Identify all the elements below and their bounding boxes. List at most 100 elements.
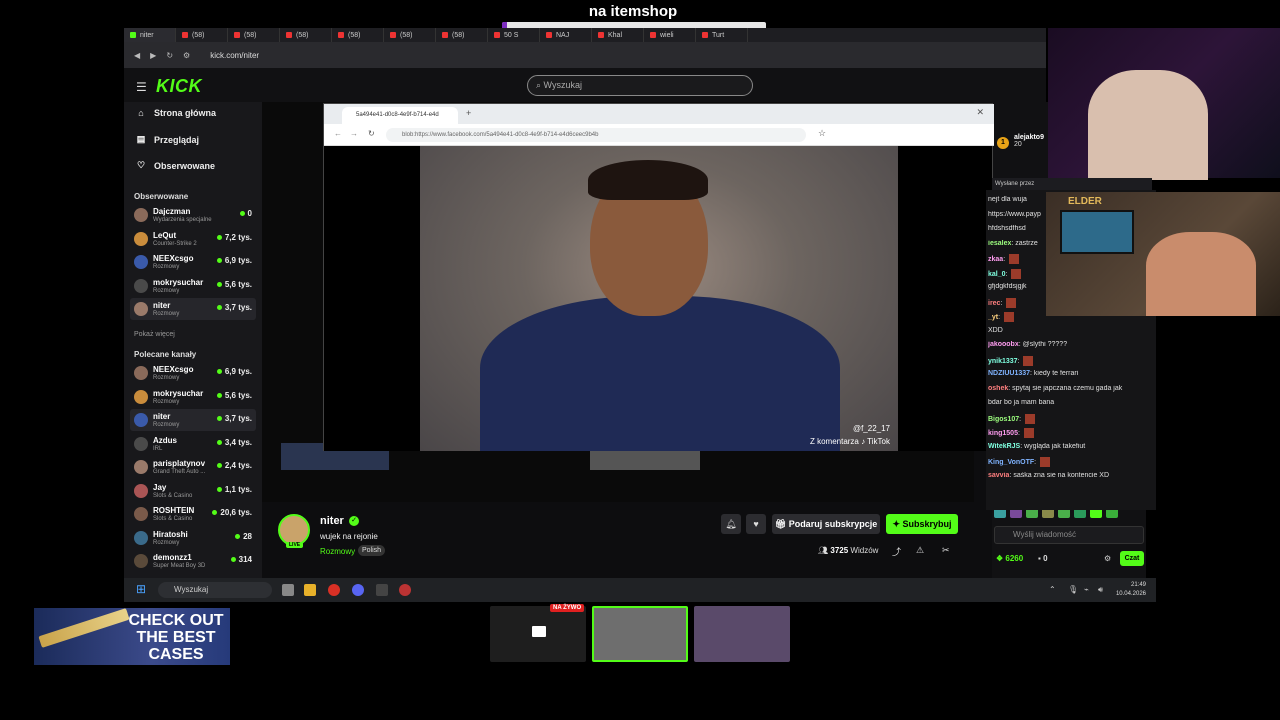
chat-settings-icon[interactable]: ⚙	[1104, 554, 1111, 563]
popup-tab[interactable]: 5a494e41-d0c8-4e9f-b714-e4d	[342, 107, 458, 124]
popup-url-text[interactable]: blob:https://www.facebook.com/5a494e41-d…	[386, 128, 806, 142]
browser-tab[interactable]: 50 S	[488, 28, 540, 42]
new-tab-icon[interactable]: +	[466, 108, 471, 118]
live-badge-bottom: NA ŻYWO	[550, 604, 585, 612]
sidebar-nav-item[interactable]: ⌂ Strona główna	[136, 108, 216, 118]
sidebar-channel[interactable]: Dajczman Wydarzenia specjalne 0	[130, 204, 256, 226]
chat-username[interactable]: iesalex	[988, 240, 1011, 247]
chat-username[interactable]: King_VonOTF	[988, 459, 1034, 466]
channel-category: Slots & Casino	[153, 492, 193, 499]
channel-name[interactable]: niter	[320, 515, 344, 527]
tray-chevron-icon[interactable]: ⌃	[1049, 585, 1056, 594]
sidebar-channel[interactable]: mokrysuchar Rozmowy 5,6 tys.	[130, 386, 256, 408]
browser-tab[interactable]: (58)	[436, 28, 488, 42]
subscribe-button[interactable]: ✦ Subskrybuj	[886, 514, 958, 534]
browser-tab[interactable]: wieli	[644, 28, 696, 42]
file-explorer-icon[interactable]	[304, 584, 316, 596]
browser-tab[interactable]: (58)	[176, 28, 228, 42]
bookmark-star-icon[interactable]: ☆	[818, 128, 826, 139]
stream-category[interactable]: Rozmowy	[320, 547, 355, 556]
notification-bell-button[interactable]: 🔔︎	[721, 514, 741, 534]
menu-icon[interactable]: ☰	[136, 80, 147, 94]
network-icon[interactable]: ⌁	[1084, 585, 1089, 594]
chat-username[interactable]: king1505	[988, 430, 1018, 437]
secondary-points[interactable]: ▪ 0	[1038, 554, 1048, 563]
clip-icon[interactable]: ✂	[942, 545, 950, 556]
back-icon[interactable]: ◀	[134, 51, 140, 60]
channel-category: Rozmowy	[153, 264, 180, 270]
follow-button[interactable]: ♥	[746, 514, 766, 534]
taskbar-search[interactable]: Wyszukaj	[158, 582, 272, 598]
gift-subscription-button[interactable]: 🎁︎ Podaruj subskrypcje	[772, 514, 880, 534]
channel-viewers-value: 3,7 tys.	[224, 414, 252, 423]
site-settings-icon[interactable]: ⚙	[183, 51, 190, 60]
obs-icon[interactable]	[399, 584, 411, 596]
chat-username[interactable]: savvia	[988, 472, 1009, 479]
url-text[interactable]: kick.com/niter	[210, 51, 259, 60]
channel-category: Wydarzenia specjalne	[153, 217, 212, 223]
stream-language-tag[interactable]: Polish	[358, 545, 386, 556]
share-icon[interactable]: ⤴	[892, 545, 901, 558]
chat-username[interactable]: kal_0	[988, 270, 1006, 277]
reload-icon[interactable]: ↻	[368, 129, 375, 138]
sidebar-nav-item[interactable]: ♡ Obserwowane	[136, 160, 215, 171]
chat-username[interactable]: WitekRJS	[988, 443, 1020, 450]
chat-username[interactable]: oshek	[988, 385, 1008, 392]
top-donator-badge: 1	[997, 137, 1009, 149]
sidebar-channel[interactable]: LeQut Counter-Strike 2 7,2 tys.	[130, 228, 256, 250]
kick-logo[interactable]: KICK	[156, 76, 202, 97]
taskbar-clock[interactable]: 21:49 10.04.2026	[1116, 581, 1146, 599]
show-more-link[interactable]: Pokaż więcej	[134, 331, 175, 338]
reload-icon[interactable]: ↻	[166, 51, 173, 60]
cases-advertisement: CHECK OUT THE BEST CASES	[34, 608, 230, 665]
forward-icon[interactable]: ▶	[150, 51, 156, 60]
browser-tab[interactable]: NAJ	[540, 28, 592, 42]
forward-icon[interactable]: →	[350, 129, 358, 138]
volume-icon[interactable]: 🔊︎	[1098, 585, 1103, 595]
chrome-icon[interactable]	[328, 584, 340, 596]
webcam-bottom: ELDER	[1046, 192, 1280, 316]
browser-tab[interactable]: (58)	[384, 28, 436, 42]
windows-start-icon[interactable]: ⊞	[136, 583, 149, 596]
chat-send-button[interactable]: Czat	[1120, 551, 1144, 566]
sidebar-channel[interactable]: Hiratoshi Rozmowy 28	[130, 527, 256, 549]
close-window-icon[interactable]: ✕	[976, 107, 984, 118]
chat-username[interactable]: _yt	[988, 314, 998, 321]
chat-input[interactable]: Wyślij wiadomość	[994, 526, 1144, 544]
sidebar-nav-item[interactable]: ▤ Przeglądaj	[136, 134, 199, 145]
task-view-icon[interactable]	[282, 584, 294, 596]
sidebar-channel[interactable]: Jay Slots & Casino 1,1 tys.	[130, 480, 256, 502]
sidebar-channel[interactable]: mokrysuchar Rozmowy 5,6 tys.	[130, 275, 256, 297]
browser-tab[interactable]: Turt	[696, 28, 748, 42]
app-icon[interactable]	[376, 584, 388, 596]
sidebar-channel[interactable]: niter Rozmowy 3,7 tys.	[130, 298, 256, 320]
chat-message: bdar bo ja mam bana	[988, 399, 1138, 406]
sidebar-channel[interactable]: demonzz1 Super Meat Boy 3D 314	[130, 550, 256, 572]
tab-label: Turt	[712, 31, 725, 39]
sidebar-channel[interactable]: parisplatynov Grand Theft Auto ... 2,4 tys…	[130, 456, 256, 478]
tab-favicon-icon	[130, 32, 136, 38]
browser-tab[interactable]: niter	[124, 28, 176, 42]
browser-tab[interactable]: (58)	[228, 28, 280, 42]
sidebar-channel[interactable]: niter Rozmowy 3,7 tys.	[130, 409, 256, 431]
chat-username[interactable]: NDZIUU1337	[988, 370, 1030, 377]
sidebar-channel[interactable]: NEEXcsgo Rozmowy 6,9 tys.	[130, 362, 256, 384]
chat-username[interactable]: ynik1337	[988, 357, 1018, 364]
back-icon[interactable]: ←	[334, 129, 342, 138]
report-icon[interactable]: ⚠	[916, 545, 924, 556]
channel-points[interactable]: ❖ 6260	[996, 554, 1023, 563]
search-input[interactable]: ⌕ Wyszukaj	[527, 75, 753, 96]
browser-tab[interactable]: (58)	[332, 28, 384, 42]
microphone-icon[interactable]: 🎙︎	[1068, 585, 1078, 594]
chat-username[interactable]: zkaa	[988, 256, 1003, 263]
browser-tab[interactable]: (58)	[280, 28, 332, 42]
chat-message: king1505:	[988, 428, 1138, 438]
sidebar-channel[interactable]: Azdus IRL 3,4 tys.	[130, 433, 256, 455]
browser-tab[interactable]: Khal	[592, 28, 644, 42]
discord-icon[interactable]	[352, 584, 364, 596]
chat-username[interactable]: irec	[988, 299, 1000, 306]
chat-username[interactable]: jakooobx	[988, 341, 1019, 348]
sidebar-channel[interactable]: ROSHTEIN Slots & Casino 20,6 tys.	[130, 503, 256, 525]
sidebar-channel[interactable]: NEEXcsgo Rozmowy 6,9 tys.	[130, 251, 256, 273]
chat-username[interactable]: Bigos107	[988, 415, 1019, 422]
